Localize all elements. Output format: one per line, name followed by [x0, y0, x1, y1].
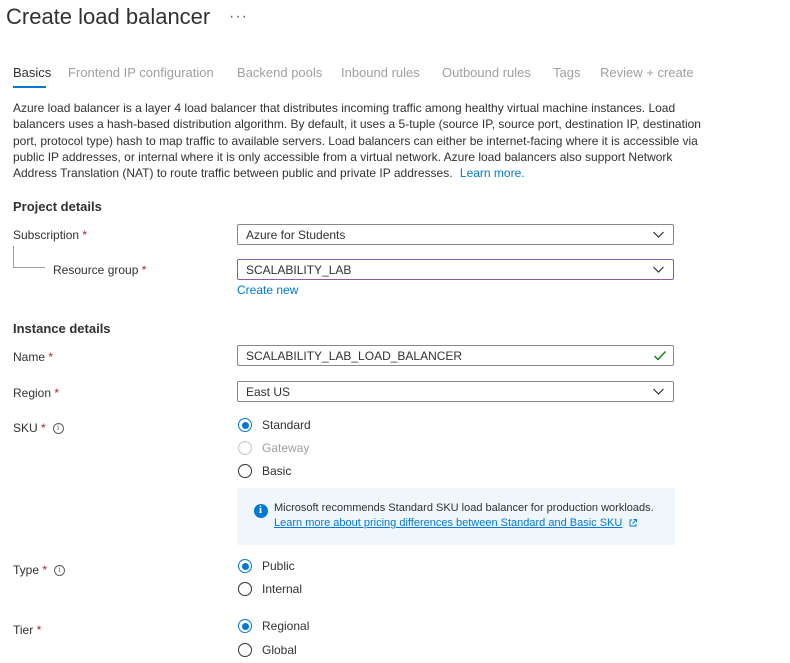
radio-disabled-icon [238, 441, 252, 455]
info-filled-icon [254, 504, 268, 518]
radio-label: Gateway [262, 441, 310, 455]
create-new-resource-group-link[interactable]: Create new [237, 283, 298, 297]
region-label-text: Region [13, 386, 52, 400]
resource-group-dropdown[interactable]: SCALABILITY_LAB [237, 259, 674, 280]
chevron-down-icon [653, 231, 664, 238]
project-details-heading: Project details [13, 199, 102, 214]
sku-label: SKU * [13, 421, 65, 435]
info-banner-text: Microsoft recommends Standard SKU load b… [274, 502, 654, 514]
info-banner-content: Microsoft recommends Standard SKU load b… [274, 501, 654, 531]
region-label: Region * [13, 386, 59, 400]
name-value: SCALABILITY_LAB_LOAD_BALANCER [246, 349, 463, 363]
subscription-label: Subscription * [13, 228, 87, 242]
required-marker: * [141, 263, 147, 277]
sku-radio-gateway: Gateway [238, 441, 388, 457]
chevron-down-icon [653, 266, 664, 273]
resource-group-value: SCALABILITY_LAB [246, 263, 352, 277]
tab-frontend-ip-configuration[interactable]: Frontend IP configuration [68, 65, 214, 80]
radio-label: Basic [262, 464, 292, 478]
name-label-text: Name [13, 350, 46, 364]
checkmark-icon [654, 351, 667, 361]
name-label: Name * [13, 350, 53, 364]
sku-info-banner: Microsoft recommends Standard SKU load b… [237, 488, 675, 545]
tree-connector-line [13, 267, 45, 268]
radio-label: Public [262, 559, 295, 573]
type-radio-internal[interactable]: Internal [238, 582, 388, 598]
tab-outbound-rules[interactable]: Outbound rules [442, 65, 531, 80]
region-dropdown[interactable]: East US [237, 381, 674, 402]
radio-label: Standard [262, 418, 311, 432]
radio-label: Internal [262, 582, 303, 596]
active-tab-indicator [13, 86, 46, 88]
info-icon[interactable] [53, 423, 65, 435]
required-marker: * [36, 623, 42, 637]
chevron-down-icon [653, 388, 664, 395]
radio-unselected-icon[interactable] [238, 643, 252, 657]
radio-selected-icon[interactable] [238, 418, 252, 432]
instance-details-heading: Instance details [13, 321, 111, 336]
resource-group-label: Resource group * [53, 263, 146, 277]
learn-more-link[interactable]: Learn more. [460, 166, 525, 180]
tab-tags[interactable]: Tags [553, 65, 580, 80]
sku-label-text: SKU [13, 421, 38, 435]
required-marker: * [48, 350, 54, 364]
type-label: Type * [13, 563, 66, 577]
tab-review-create[interactable]: Review + create [600, 65, 694, 80]
tab-backend-pools[interactable]: Backend pools [237, 65, 322, 80]
tier-radio-global[interactable]: Global [238, 643, 388, 659]
external-link-icon[interactable] [628, 518, 638, 528]
type-label-text: Type [13, 563, 40, 577]
required-marker: * [42, 563, 48, 577]
radio-selected-icon[interactable] [238, 619, 252, 633]
radio-unselected-icon[interactable] [238, 464, 252, 478]
tab-inbound-rules[interactable]: Inbound rules [341, 65, 420, 80]
description-text: Azure load balancer is a layer 4 load ba… [13, 101, 701, 181]
pricing-differences-link[interactable]: Learn more about pricing differences bet… [274, 517, 622, 529]
required-marker: * [41, 421, 46, 435]
subscription-dropdown[interactable]: Azure for Students [237, 224, 674, 245]
info-icon[interactable] [54, 565, 66, 577]
tier-label-text: Tier [13, 623, 34, 637]
radio-selected-icon[interactable] [238, 559, 252, 573]
radio-label: Regional [262, 619, 310, 633]
tier-label: Tier * [13, 623, 41, 637]
required-marker: * [82, 228, 88, 242]
name-input[interactable]: SCALABILITY_LAB_LOAD_BALANCER [237, 345, 674, 366]
sku-radio-standard[interactable]: Standard [238, 418, 388, 434]
subscription-value: Azure for Students [246, 228, 346, 242]
tree-connector-line [13, 246, 14, 267]
description-paragraph: Azure load balancer is a layer 4 load ba… [13, 100, 703, 181]
page-title: Create load balancer [6, 4, 211, 29]
more-options-button[interactable]: ··· [229, 8, 248, 26]
resource-group-label-text: Resource group [53, 263, 139, 277]
radio-unselected-icon[interactable] [238, 582, 252, 596]
sku-radio-basic[interactable]: Basic [238, 464, 388, 480]
subscription-label-text: Subscription [13, 228, 80, 242]
tab-basics[interactable]: Basics [13, 65, 51, 80]
required-marker: * [54, 386, 60, 400]
radio-label: Global [262, 643, 297, 657]
type-radio-public[interactable]: Public [238, 559, 388, 575]
tier-radio-regional[interactable]: Regional [238, 619, 388, 635]
region-value: East US [246, 385, 291, 399]
